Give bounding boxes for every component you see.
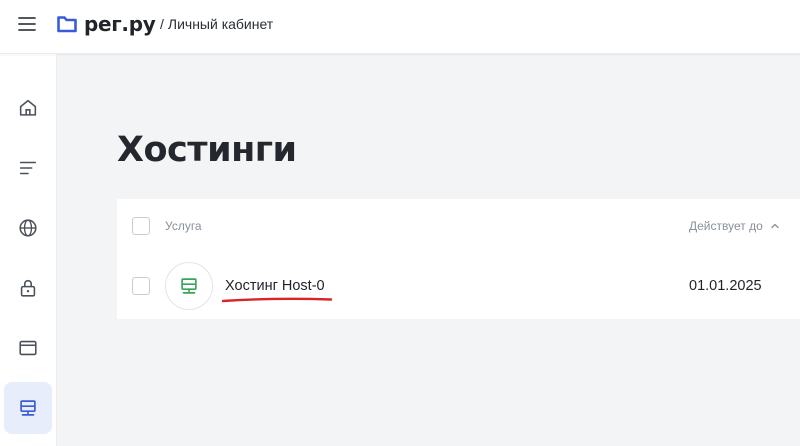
sidebar-item-domains[interactable] — [4, 202, 52, 254]
home-icon — [19, 99, 37, 116]
server-icon — [20, 400, 36, 416]
sidebar-item-services[interactable] — [4, 142, 52, 194]
main-content: Хостинги Услуга Действует до Хостинг Hos… — [57, 54, 800, 446]
service-name-link[interactable]: Хостинг Host-0 — [225, 278, 325, 294]
sidebar-item-hosting[interactable] — [4, 382, 52, 434]
column-header-valid-until[interactable]: Действует до — [689, 219, 780, 233]
browser-window-icon — [19, 340, 37, 356]
select-all-checkbox[interactable] — [132, 217, 150, 235]
sidebar-item-websites[interactable] — [4, 322, 52, 374]
lock-icon — [20, 279, 36, 297]
folder-logo-icon — [57, 16, 77, 33]
row-checkbox[interactable] — [132, 277, 150, 295]
sidebar — [0, 54, 57, 446]
breadcrumb-separator: / — [160, 16, 164, 32]
list-icon — [19, 161, 37, 175]
logo-text: рег.ру — [84, 12, 156, 36]
hosting-table: Услуга Действует до Хостинг Host-0 01.01… — [117, 199, 800, 319]
menu-hamburger-icon[interactable] — [17, 14, 37, 34]
column-header-valid-until-label: Действует до — [689, 219, 763, 233]
breadcrumb: / Личный кабинет — [160, 16, 273, 32]
valid-until-cell: 01.01.2025 — [689, 278, 762, 294]
page-title: Хостинги — [117, 130, 297, 170]
sidebar-item-ssl[interactable] — [4, 262, 52, 314]
chevron-up-icon — [771, 223, 779, 229]
logo[interactable]: рег.ру — [56, 12, 156, 36]
top-bar: рег.ру / Личный кабинет — [0, 0, 800, 54]
server-icon — [181, 278, 197, 294]
column-header-service: Услуга — [165, 219, 202, 233]
red-underline-annotation — [221, 297, 333, 303]
breadcrumb-link[interactable]: Личный кабинет — [168, 16, 273, 32]
sidebar-item-home[interactable] — [4, 82, 52, 134]
globe-icon — [19, 219, 37, 237]
service-icon-badge — [165, 262, 213, 310]
